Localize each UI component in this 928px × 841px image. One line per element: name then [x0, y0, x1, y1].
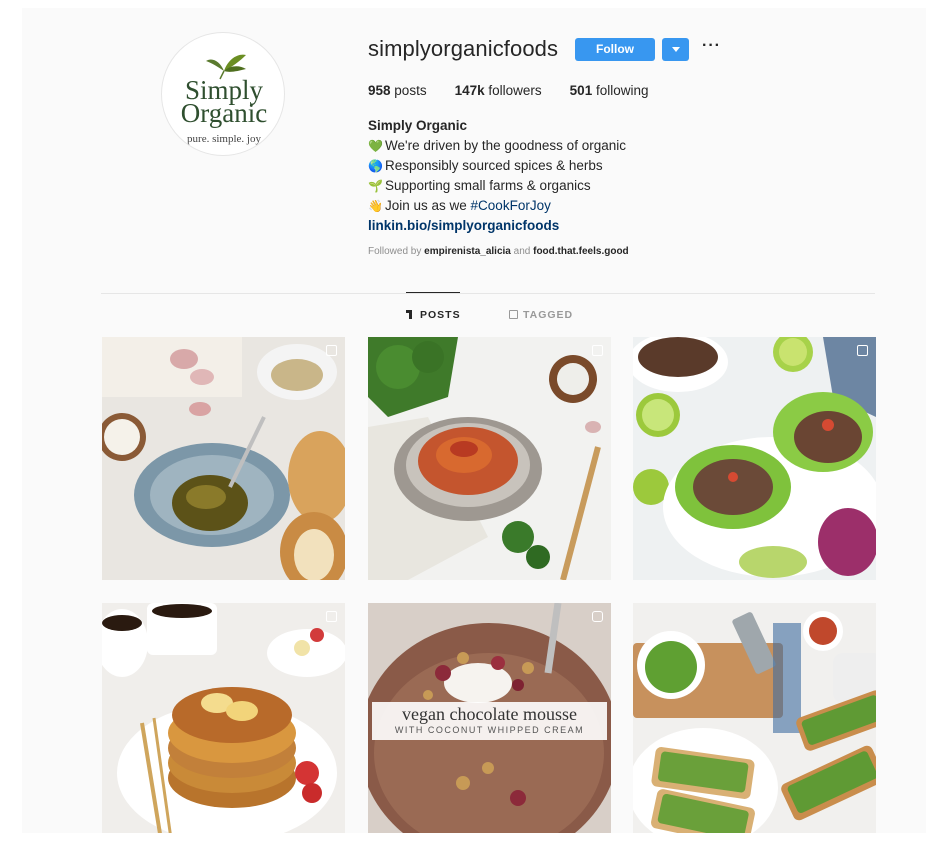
grid-icon — [406, 310, 415, 319]
profile-stats: 958 posts 147k followers 501 following — [368, 83, 677, 98]
overlay-title: vegan chocolate mousse — [402, 704, 577, 724]
followed-by: Followed by empirenista_alicia and food.… — [368, 246, 629, 257]
green-heart-icon: 💚 — [368, 139, 383, 153]
post-image — [102, 337, 345, 580]
waving-hand-icon: 👋 — [368, 199, 383, 213]
following-stat[interactable]: 501 following — [570, 83, 649, 98]
bio-line: 💚 We're driven by the goodness of organic — [368, 136, 626, 156]
bio-line: 🌎 Responsibly sourced spices & herbs — [368, 156, 626, 176]
avatar-logo-text: Organic — [180, 98, 268, 128]
suggestions-dropdown-button[interactable] — [662, 38, 689, 61]
multiple-photos-icon — [326, 345, 337, 356]
profile-bio: Simply Organic 💚 We're driven by the good… — [368, 116, 626, 236]
post-image — [368, 337, 611, 580]
tab-posts[interactable]: POSTS — [406, 292, 461, 329]
globe-icon: 🌎 — [368, 159, 383, 173]
multiple-photos-icon — [592, 345, 603, 356]
profile-avatar[interactable]: Simply Organic pure. simple. joy — [161, 32, 285, 156]
bio-line: 👋 Join us as we #CookForJoy — [368, 196, 626, 216]
profile-page: Simply Organic pure. simple. joy simplyo… — [22, 8, 926, 833]
chevron-down-icon — [672, 47, 680, 52]
hashtag-link[interactable]: #CookForJoy — [471, 198, 551, 213]
username: simplyorganicfoods — [368, 36, 559, 61]
post-thumbnail[interactable] — [633, 337, 876, 580]
post-thumbnail[interactable] — [102, 603, 345, 833]
post-thumbnail[interactable] — [633, 603, 876, 833]
followers-stat[interactable]: 147k followers — [455, 83, 542, 98]
multiple-photos-icon — [326, 611, 337, 622]
avatar-tagline: pure. simple. joy — [187, 133, 261, 145]
divider — [101, 293, 875, 294]
follow-button[interactable]: Follow — [575, 38, 655, 61]
seedling-icon: 🌱 — [368, 179, 383, 193]
followed-by-user[interactable]: empirenista_alicia — [424, 246, 511, 257]
followed-by-user[interactable]: food.that.feels.good — [533, 246, 629, 257]
overlay-subtitle: WITH COCONUT WHIPPED CREAM — [394, 725, 585, 735]
more-options-button[interactable]: ··· — [702, 37, 721, 55]
post-image — [102, 603, 345, 833]
multiple-photos-icon — [857, 345, 868, 356]
profile-full-name: Simply Organic — [368, 118, 468, 133]
post-thumbnail[interactable] — [368, 337, 611, 580]
post-thumbnail[interactable] — [102, 337, 345, 580]
tab-tagged[interactable]: TAGGED — [509, 309, 573, 329]
post-caption-overlay: vegan chocolate mousse WITH COCONUT WHIP… — [372, 702, 607, 740]
bio-website-link[interactable]: linkin.bio/simplyorganicfoods — [368, 216, 626, 236]
tag-icon — [509, 310, 518, 319]
bio-line: 🌱 Supporting small farms & organics — [368, 176, 626, 196]
post-image — [633, 337, 876, 580]
post-image — [633, 603, 876, 833]
posts-stat: 958 posts — [368, 83, 427, 98]
video-icon — [592, 611, 603, 622]
post-thumbnail[interactable]: vegan chocolate mousse WITH COCONUT WHIP… — [368, 603, 611, 833]
